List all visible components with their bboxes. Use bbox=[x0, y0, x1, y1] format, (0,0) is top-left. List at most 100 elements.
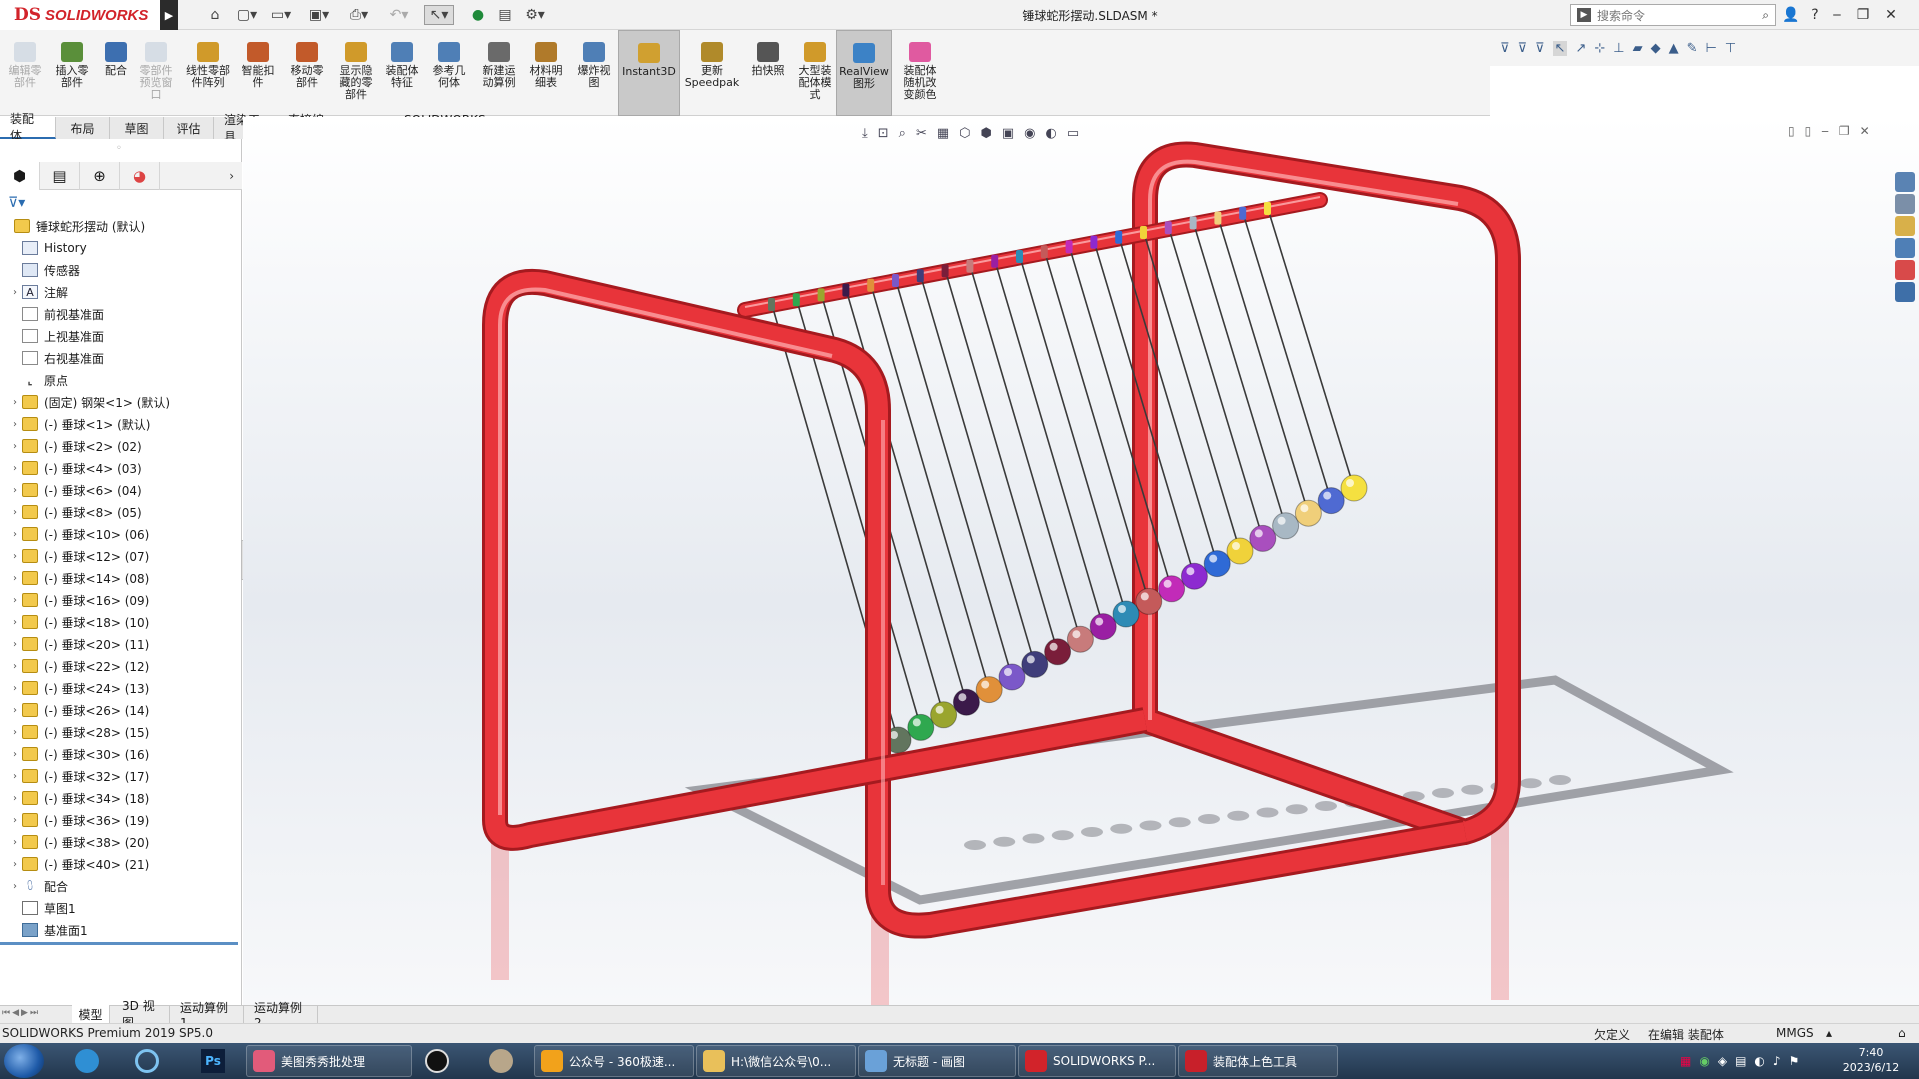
file-explorer-icon[interactable] bbox=[1895, 216, 1915, 236]
sketch-filter-icon[interactable]: ✎ bbox=[1687, 41, 1698, 56]
viewport-close-icon[interactable]: ✕ bbox=[1860, 124, 1870, 142]
pendulum-ball[interactable] bbox=[952, 688, 980, 716]
command-button[interactable]: RealView 图形 bbox=[836, 30, 892, 116]
command-button[interactable]: 零部件 预览窗 口 bbox=[132, 30, 180, 116]
close-icon[interactable]: ✕ bbox=[1880, 4, 1902, 26]
tray-icon[interactable]: ▦ bbox=[1680, 1054, 1691, 1068]
search-icon[interactable]: ⌕ bbox=[1762, 8, 1769, 23]
expand-arrow-icon[interactable]: › bbox=[8, 463, 22, 474]
tree-item[interactable]: › (固定) 钢架<1> (默认) bbox=[0, 391, 242, 413]
expand-arrow-icon[interactable]: › bbox=[8, 705, 22, 716]
command-button[interactable]: 参考几 何体 bbox=[424, 30, 474, 116]
expand-arrow-icon[interactable]: › bbox=[8, 551, 22, 562]
view-palette-icon[interactable] bbox=[1895, 238, 1915, 258]
expand-arrow-icon[interactable]: › bbox=[8, 573, 22, 584]
taskbar-app[interactable]: SOLIDWORKS P... bbox=[1018, 1045, 1176, 1077]
command-button[interactable]: 插入零 部件 bbox=[46, 30, 98, 116]
tree-item[interactable]: › (-) 垂球<4> (03) bbox=[0, 457, 242, 479]
pendulum-ball[interactable] bbox=[998, 663, 1026, 691]
command-button[interactable]: 线性零部 件阵列 bbox=[178, 30, 238, 116]
tree-item[interactable]: › (-) 垂球<28> (15) bbox=[0, 721, 242, 743]
tray-icon[interactable]: ◈ bbox=[1718, 1054, 1727, 1068]
taskbar-app[interactable]: H:\微信公众号\0... bbox=[696, 1045, 856, 1077]
home-icon[interactable]: ⌂ bbox=[204, 5, 226, 25]
pinned-app-icon[interactable] bbox=[64, 1045, 110, 1077]
start-button-icon[interactable] bbox=[4, 1044, 44, 1078]
obs-icon[interactable] bbox=[414, 1045, 460, 1077]
command-button[interactable]: 显示隐 藏的零 部件 bbox=[330, 30, 382, 116]
rebuild-icon[interactable]: ● bbox=[470, 5, 486, 25]
tree-item[interactable]: › (-) 垂球<10> (06) bbox=[0, 523, 242, 545]
tree-item[interactable]: › A 注解 bbox=[0, 281, 242, 303]
expand-arrow-icon[interactable]: › bbox=[8, 859, 22, 870]
graphics-viewport[interactable] bbox=[243, 117, 1919, 1005]
dynamic-annotation-icon[interactable]: ▦ bbox=[937, 126, 949, 141]
solidworks-resources-icon[interactable] bbox=[1895, 172, 1915, 192]
display-manager-tab-icon[interactable]: ◕ bbox=[120, 161, 160, 190]
taskbar-app[interactable]: 无标题 - 画图 bbox=[858, 1045, 1016, 1077]
minimize-icon[interactable]: ‒ bbox=[1826, 4, 1848, 26]
bottom-tab[interactable]: 模型 bbox=[72, 1005, 110, 1023]
menu-expand-arrow-icon[interactable]: ▶ bbox=[160, 0, 178, 30]
section-view-icon[interactable]: ✂ bbox=[916, 126, 927, 141]
tree-item[interactable]: › (-) 垂球<40> (21) bbox=[0, 853, 242, 875]
design-library-icon[interactable] bbox=[1895, 194, 1915, 214]
tree-item[interactable]: ⌞ 原点 bbox=[0, 369, 242, 391]
vertex-filter-icon[interactable]: ⊤ bbox=[1725, 41, 1736, 56]
tray-icon[interactable]: ◉ bbox=[1699, 1054, 1709, 1068]
expand-arrow-icon[interactable]: › bbox=[8, 749, 22, 760]
filter-faces-icon[interactable]: ⊽ bbox=[1518, 41, 1528, 56]
zoom-to-area-icon[interactable]: ⊡ bbox=[878, 126, 889, 141]
tree-item[interactable]: History bbox=[0, 237, 242, 259]
command-button[interactable]: 爆炸视 图 bbox=[570, 30, 618, 116]
tree-item[interactable]: › (-) 垂球<22> (12) bbox=[0, 655, 242, 677]
pendulum-ball[interactable] bbox=[1272, 512, 1300, 540]
solidworks-logo[interactable]: DS SOLIDWORKS bbox=[0, 0, 160, 30]
tree-item[interactable]: › (-) 垂球<30> (16) bbox=[0, 743, 242, 765]
expand-arrow-icon[interactable]: › bbox=[8, 639, 22, 650]
select-other-icon[interactable]: ↗ bbox=[1575, 41, 1586, 56]
select-pointer-icon[interactable]: ↖▾ bbox=[424, 5, 454, 25]
print-icon[interactable]: ⎙▾ bbox=[344, 5, 374, 25]
tree-item[interactable]: 右视基准面 bbox=[0, 347, 242, 369]
bottom-tab[interactable]: 运动算例 1 bbox=[174, 1001, 244, 1030]
taskbar-app[interactable]: 公众号 - 360极速... bbox=[534, 1045, 694, 1077]
taskbar-app[interactable]: 美图秀秀批处理 bbox=[246, 1045, 412, 1077]
tree-root[interactable]: 锤球蛇形摆动 (默认) bbox=[0, 215, 242, 237]
panel-expand-arrow-icon[interactable]: › bbox=[229, 169, 234, 183]
point-filter-icon[interactable]: ⊹ bbox=[1594, 41, 1605, 56]
help-icon[interactable]: ? bbox=[1804, 4, 1826, 26]
previous-view-icon[interactable]: ⌕ bbox=[899, 126, 906, 141]
photoshop-icon[interactable]: Ps bbox=[190, 1045, 236, 1077]
pendulum-ball[interactable] bbox=[1226, 537, 1254, 565]
tree-item[interactable]: › (-) 垂球<32> (17) bbox=[0, 765, 242, 787]
pendulum-ball[interactable] bbox=[1249, 524, 1277, 552]
tree-item[interactable]: › (-) 垂球<8> (05) bbox=[0, 501, 242, 523]
options-gear-icon[interactable]: ⚙▾ bbox=[520, 5, 550, 25]
command-button[interactable]: 拍快照 bbox=[748, 30, 788, 116]
tree-item[interactable]: 传感器 bbox=[0, 259, 242, 281]
pendulum-ball[interactable] bbox=[1158, 575, 1186, 603]
last-tab-icon[interactable]: ⏭ bbox=[30, 1008, 38, 1020]
expand-arrow-icon[interactable]: › bbox=[8, 771, 22, 782]
expand-arrow-icon[interactable]: › bbox=[8, 617, 22, 628]
expand-arrow-icon[interactable]: › bbox=[8, 881, 22, 892]
dimension-filter-icon[interactable]: ⊢ bbox=[1706, 41, 1717, 56]
tree-item[interactable]: › (-) 垂球<2> (02) bbox=[0, 435, 242, 457]
volume-icon[interactable]: ♪ bbox=[1773, 1054, 1781, 1068]
tile-left-icon[interactable]: ▯ bbox=[1788, 124, 1795, 142]
surface-filter-icon[interactable]: ◆ bbox=[1651, 41, 1661, 56]
configuration-manager-tab-icon[interactable]: ⊕ bbox=[80, 161, 120, 190]
command-tab[interactable]: 评估 bbox=[164, 117, 214, 139]
viewport-restore-icon[interactable]: ❐ bbox=[1839, 124, 1850, 142]
tree-item[interactable]: › (-) 垂球<12> (07) bbox=[0, 545, 242, 567]
pendulum-ball[interactable] bbox=[1021, 650, 1049, 678]
command-button[interactable]: 装配体 特征 bbox=[378, 30, 426, 116]
pendulum-ball[interactable] bbox=[1180, 562, 1208, 590]
restore-icon[interactable]: ❐ bbox=[1852, 4, 1874, 26]
pendulum-ball[interactable] bbox=[1317, 487, 1345, 515]
command-button[interactable]: 编辑零 部件 bbox=[2, 30, 48, 116]
expand-arrow-icon[interactable]: › bbox=[8, 815, 22, 826]
status-help-icon[interactable]: ⌂ bbox=[1898, 1026, 1906, 1040]
tree-item[interactable]: › (-) 垂球<36> (19) bbox=[0, 809, 242, 831]
